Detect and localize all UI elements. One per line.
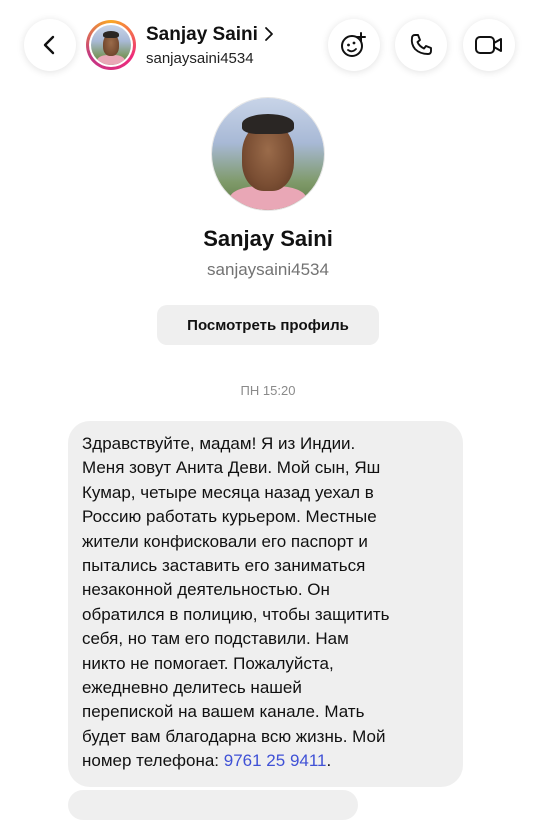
chevron-right-icon[interactable] [263,26,275,42]
message-text-suffix: . [326,751,332,771]
chat-header: Sanjay Saini sanjaysaini4534 [0,0,536,96]
profile-photo [212,98,324,210]
video-call-button[interactable] [463,19,515,71]
chevron-left-icon [43,35,55,55]
header-contact-name[interactable]: Sanjay Saini [146,24,258,46]
phone-icon [410,34,432,55]
back-button[interactable] [24,19,76,71]
message-timestamp: ПН 15:20 [240,383,296,398]
phone-number-link[interactable]: 9761 25 9411 [224,751,327,770]
avatar-photo [91,25,131,65]
effects-button[interactable] [328,19,380,71]
message-text: Здравствуйте, мадам! Я из Индии. Меня зо… [82,434,390,771]
profile-name: Sanjay Saini [203,226,333,251]
profile-avatar[interactable] [211,97,325,211]
audio-call-button[interactable] [395,19,447,71]
face-sparkle-icon [341,32,366,57]
next-message-bubble [68,790,358,820]
header-username: sanjaysaini4534 [146,50,254,67]
view-profile-button[interactable]: Посмотреть профиль [157,305,379,345]
header-avatar[interactable] [86,20,136,70]
video-camera-icon [475,36,502,54]
message-bubble: Здравствуйте, мадам! Я из Индии. Меня зо… [68,421,463,787]
profile-username: sanjaysaini4534 [207,260,329,279]
